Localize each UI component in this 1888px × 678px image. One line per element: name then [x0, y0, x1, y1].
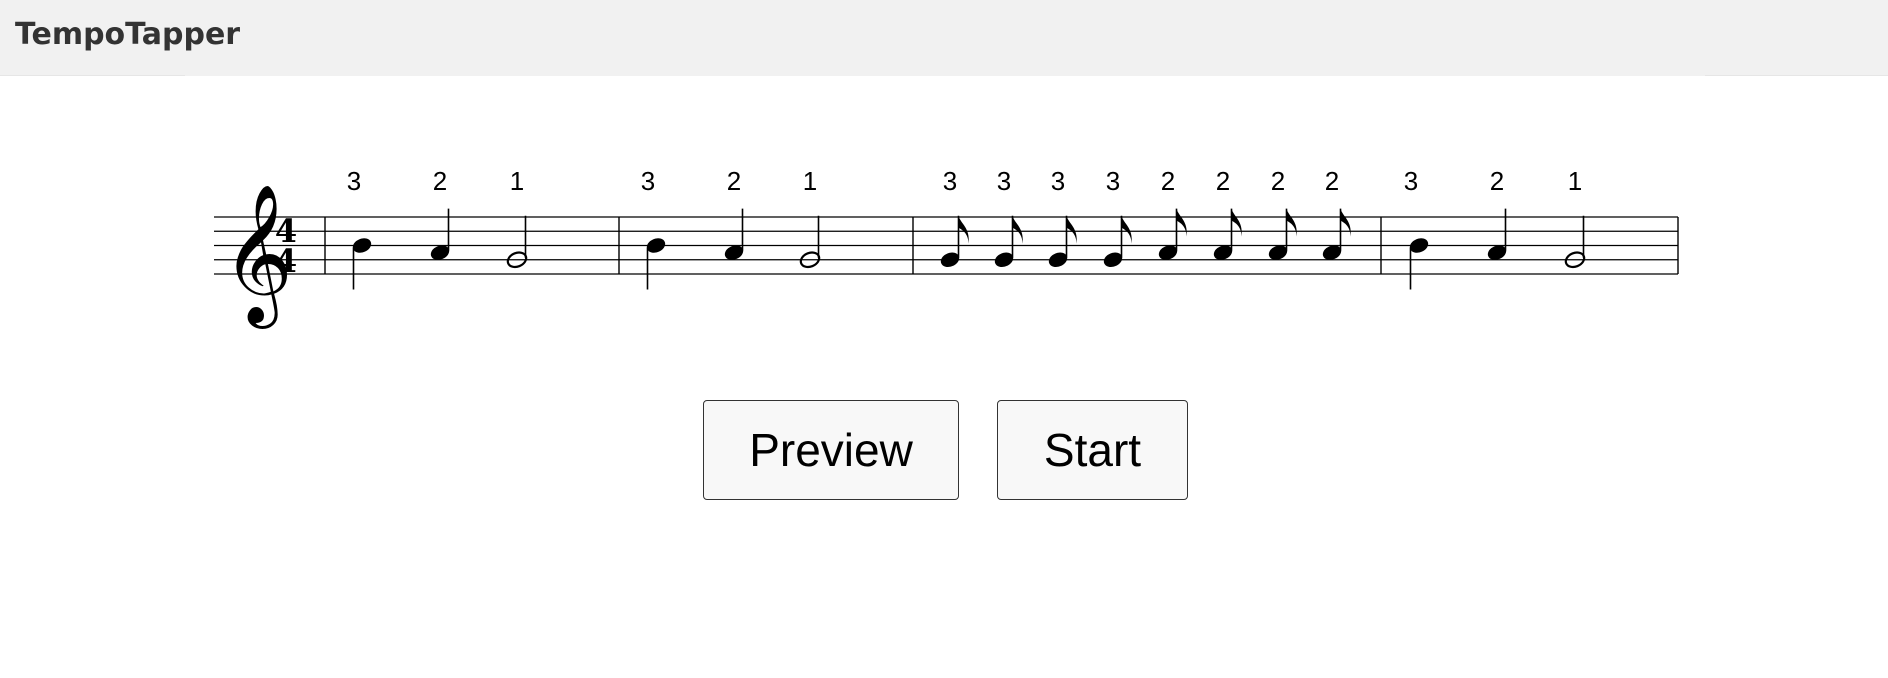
finger-number: 3: [1106, 166, 1120, 196]
finger-number: 1: [803, 166, 817, 196]
note-quarter: [1409, 238, 1429, 290]
start-button[interactable]: Start: [997, 400, 1188, 500]
finger-number: 2: [433, 166, 447, 196]
note-flag: [1340, 208, 1351, 237]
time-signature-bottom: 4: [275, 242, 297, 280]
note-eighth: [940, 215, 969, 267]
finger-number: 2: [1161, 166, 1175, 196]
note-flag: [1231, 208, 1242, 237]
note-flag: [1066, 215, 1077, 244]
note-eighth: [994, 215, 1023, 267]
finger-number: 1: [510, 166, 524, 196]
finger-number: 1: [1568, 166, 1582, 196]
finger-number: 2: [727, 166, 741, 196]
note-eighth: [1103, 215, 1132, 267]
note-eighth: [1048, 215, 1077, 267]
note-flag: [1012, 215, 1023, 244]
notes: [352, 208, 1586, 290]
note-flag: [1176, 208, 1187, 237]
note-quarter: [352, 238, 372, 290]
finger-number: 2: [1325, 166, 1339, 196]
finger-number: 3: [1051, 166, 1065, 196]
fingerings: 3 2 1 3 2 1 3 3 3 3 2 2 2 2 3 2 1: [347, 166, 1582, 196]
note-half: [799, 215, 821, 269]
finger-number: 2: [1490, 166, 1504, 196]
preview-button[interactable]: Preview: [703, 400, 959, 500]
finger-number: 2: [1271, 166, 1285, 196]
note-flag: [1286, 208, 1297, 237]
finger-number: 2: [1216, 166, 1230, 196]
note-half: [1564, 215, 1586, 269]
note-flag: [958, 215, 969, 244]
note-quarter: [646, 238, 666, 290]
finger-number: 3: [347, 166, 361, 196]
finger-number: 3: [1404, 166, 1418, 196]
finger-number: 3: [997, 166, 1011, 196]
note-flag: [1121, 215, 1132, 244]
music-score: 𝄞 4 4 32132133332222321: [214, 166, 1679, 329]
note-half: [506, 215, 528, 269]
finger-number: 3: [641, 166, 655, 196]
time-signature: 4 4: [275, 212, 297, 280]
finger-number: 3: [943, 166, 957, 196]
